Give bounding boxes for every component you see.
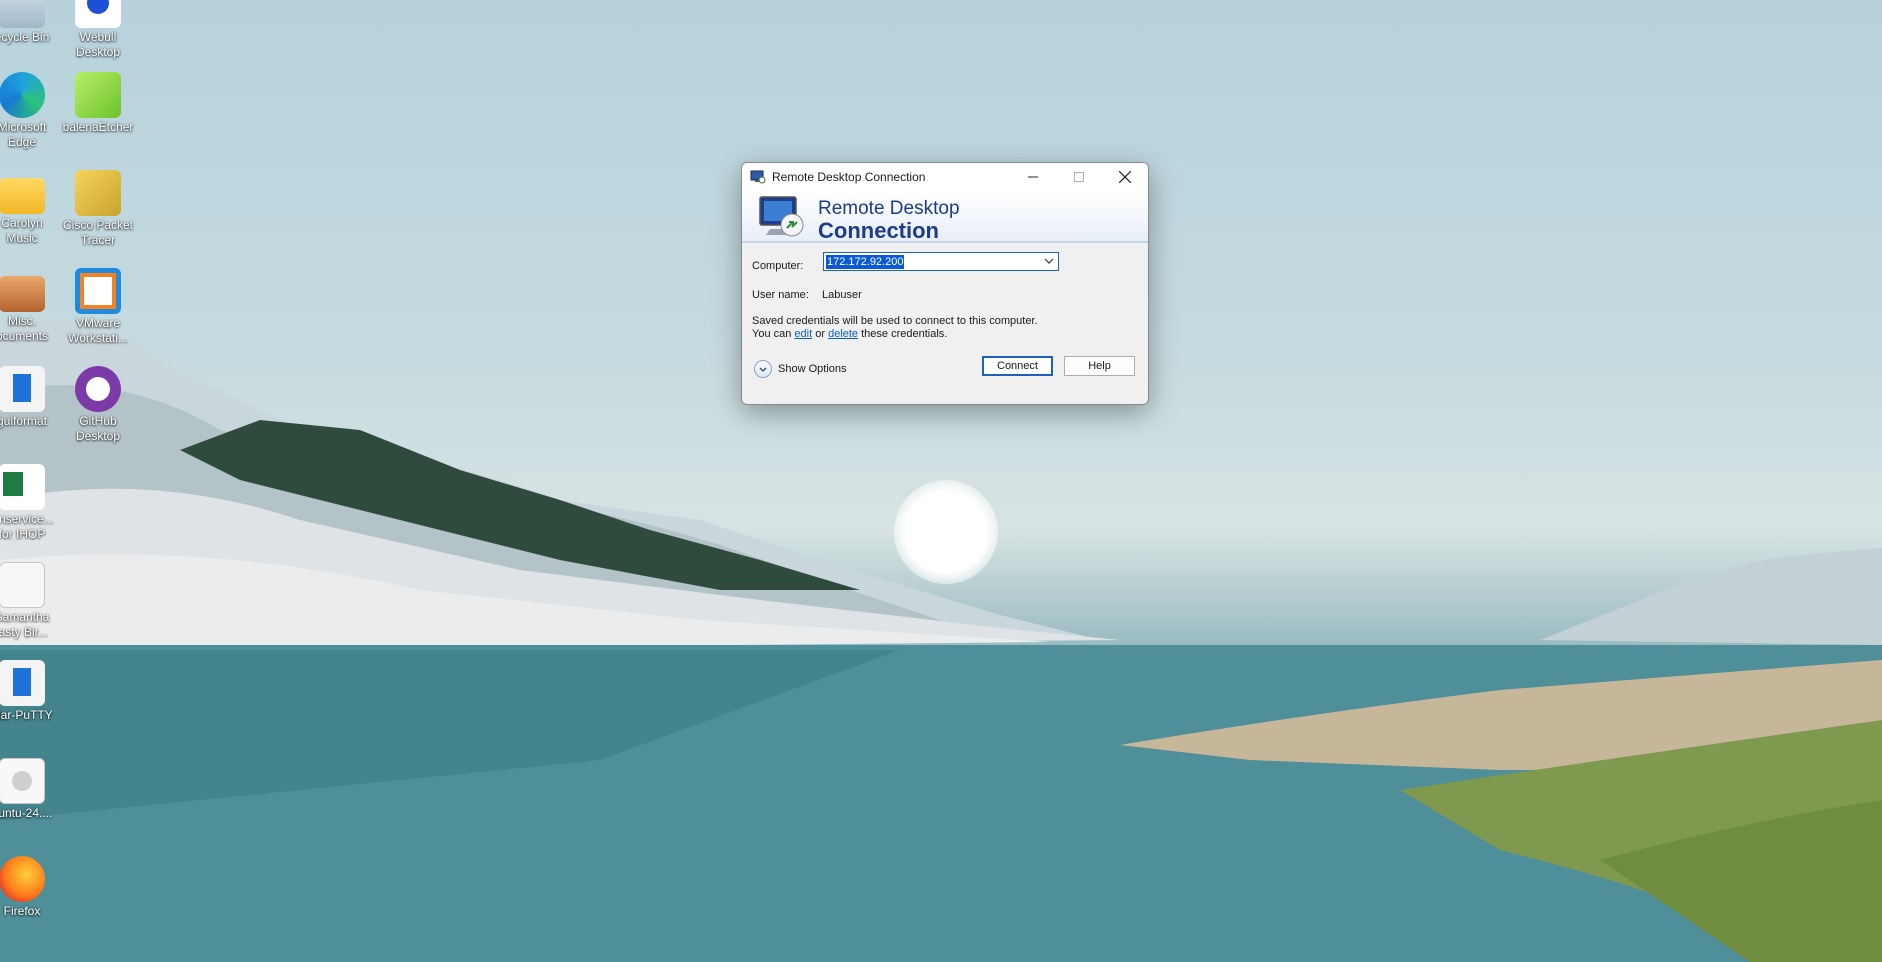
document-icon <box>0 562 45 608</box>
username-label: User name: <box>752 289 809 301</box>
desktop-icon-label: wnservice... for IHOP <box>0 512 54 541</box>
saved-credentials-text: Saved credentials will be used to connec… <box>752 315 1038 341</box>
or-text: or <box>815 328 826 340</box>
these-credentials-text: these credentials. <box>861 328 948 340</box>
window-title: Remote Desktop Connection <box>772 170 926 184</box>
desktop-icon-balena-etcher[interactable]: balenaEtcher <box>59 72 137 135</box>
desktop-icon-firefox[interactable]: Firefox <box>0 856 61 919</box>
desktop-icon-label: Carolyn Music <box>1 216 43 245</box>
github-icon <box>75 366 121 412</box>
desktop-icon-label: ecycle Bin <box>0 30 50 44</box>
recycle-bin-icon <box>0 0 45 28</box>
rdp-banner: Remote Desktop Connection <box>742 191 1148 243</box>
desktop-icon-solar-putty[interactable]: olar-PuTTY <box>0 660 61 723</box>
connect-button[interactable]: Connect <box>982 356 1053 376</box>
desktop-icon-samantha-document[interactable]: Samantha lasty Bir... <box>0 562 61 640</box>
desktop-icon-ubuntu-iso[interactable]: buntu-24.... <box>0 758 61 821</box>
desktop-wallpaper <box>0 0 1882 962</box>
rdp-app-icon <box>750 170 766 184</box>
show-options-label[interactable]: Show Options <box>778 363 846 375</box>
delete-credentials-link[interactable]: delete <box>828 328 858 340</box>
you-can-text: You can <box>752 328 792 340</box>
desktop-icon-label: VMware Workstati... <box>68 316 128 345</box>
desktop-icon-label: buntu-24.... <box>0 806 53 820</box>
title-bar[interactable]: Remote Desktop Connection <box>742 163 1148 191</box>
desktop-icon-ihop-spreadsheet[interactable]: wnservice... for IHOP <box>0 464 61 542</box>
edge-icon <box>0 72 45 118</box>
desktop-icon-carolyn-music[interactable]: Carolyn Music <box>0 170 61 246</box>
desktop-icon-edge[interactable]: Microsoft Edge <box>0 72 61 150</box>
firefox-icon <box>0 856 45 902</box>
disc-image-icon <box>0 758 45 804</box>
computer-value[interactable]: 172.172.92.200 <box>826 255 905 269</box>
putty-icon <box>0 660 45 706</box>
rdp-logo-icon <box>759 196 804 237</box>
desktop-icon-label: Microsoft Edge <box>0 120 47 149</box>
desktop-icon-label: Webull Desktop <box>75 30 121 59</box>
minimize-button[interactable] <box>1010 163 1056 191</box>
close-button[interactable] <box>1102 163 1148 191</box>
username-value: Labuser <box>822 289 862 301</box>
webull-icon <box>75 0 121 28</box>
desktop-icon-label: Cisco Packet Tracer <box>62 218 134 247</box>
dialog-body: Computer: 172.172.92.200 User name: Labu… <box>742 243 1148 404</box>
help-button[interactable]: Help <box>1064 356 1135 376</box>
expand-circle-icon[interactable] <box>754 360 772 378</box>
desktop-icon-label: olar-PuTTY <box>0 708 53 722</box>
desktop-icon-label: Samantha lasty Bir... <box>0 610 50 639</box>
edit-credentials-link[interactable]: edit <box>794 328 812 340</box>
show-options-toggle[interactable]: Show Options <box>754 360 846 378</box>
sun <box>894 480 998 584</box>
computer-combobox[interactable]: 172.172.92.200 <box>823 252 1059 271</box>
desktop-icon-github-desktop[interactable]: GitHub Desktop <box>59 366 137 444</box>
chevron-down-icon <box>759 367 767 372</box>
cisco-packet-tracer-icon <box>75 170 121 216</box>
saved-credentials-line1: Saved credentials will be used to connec… <box>752 315 1038 327</box>
desktop-icon-vmware[interactable]: VMware Workstati... <box>59 268 137 346</box>
desktop-icon-label: guiformat <box>0 414 48 428</box>
balena-etcher-icon <box>75 72 121 118</box>
desktop-icon-recycle-bin[interactable]: ecycle Bin <box>0 0 61 45</box>
vmware-icon <box>75 268 121 314</box>
remote-desktop-dialog: Remote Desktop Connection Remote Desktop… <box>741 162 1149 405</box>
desktop-icon-label: Firefox <box>3 904 41 918</box>
desktop-icon-cisco-packet-tracer[interactable]: Cisco Packet Tracer <box>59 170 137 248</box>
close-icon <box>1119 171 1131 183</box>
folder-icon <box>0 178 45 214</box>
minimize-icon <box>1028 176 1038 178</box>
desktop-icon-misc-documents[interactable]: Misc. ocuments <box>0 268 61 344</box>
desktop-icon-guiformat[interactable]: guiformat <box>0 366 61 429</box>
chevron-down-icon[interactable] <box>1044 255 1054 267</box>
banner-title-line2: Connection <box>818 218 939 243</box>
app-icon <box>0 366 45 412</box>
desktop-icon-webull[interactable]: Webull Desktop <box>59 0 137 60</box>
desktop-icon-label: balenaEtcher <box>62 120 134 134</box>
computer-label: Computer: <box>752 260 804 272</box>
folder-photo-icon <box>0 276 45 312</box>
excel-icon <box>0 464 45 510</box>
maximize-icon <box>1074 172 1084 182</box>
desktop-icon-label: GitHub Desktop <box>75 414 121 443</box>
desktop-icon-label: Misc. ocuments <box>0 314 49 343</box>
banner-title-line1: Remote Desktop <box>818 198 960 219</box>
maximize-button <box>1056 163 1102 191</box>
